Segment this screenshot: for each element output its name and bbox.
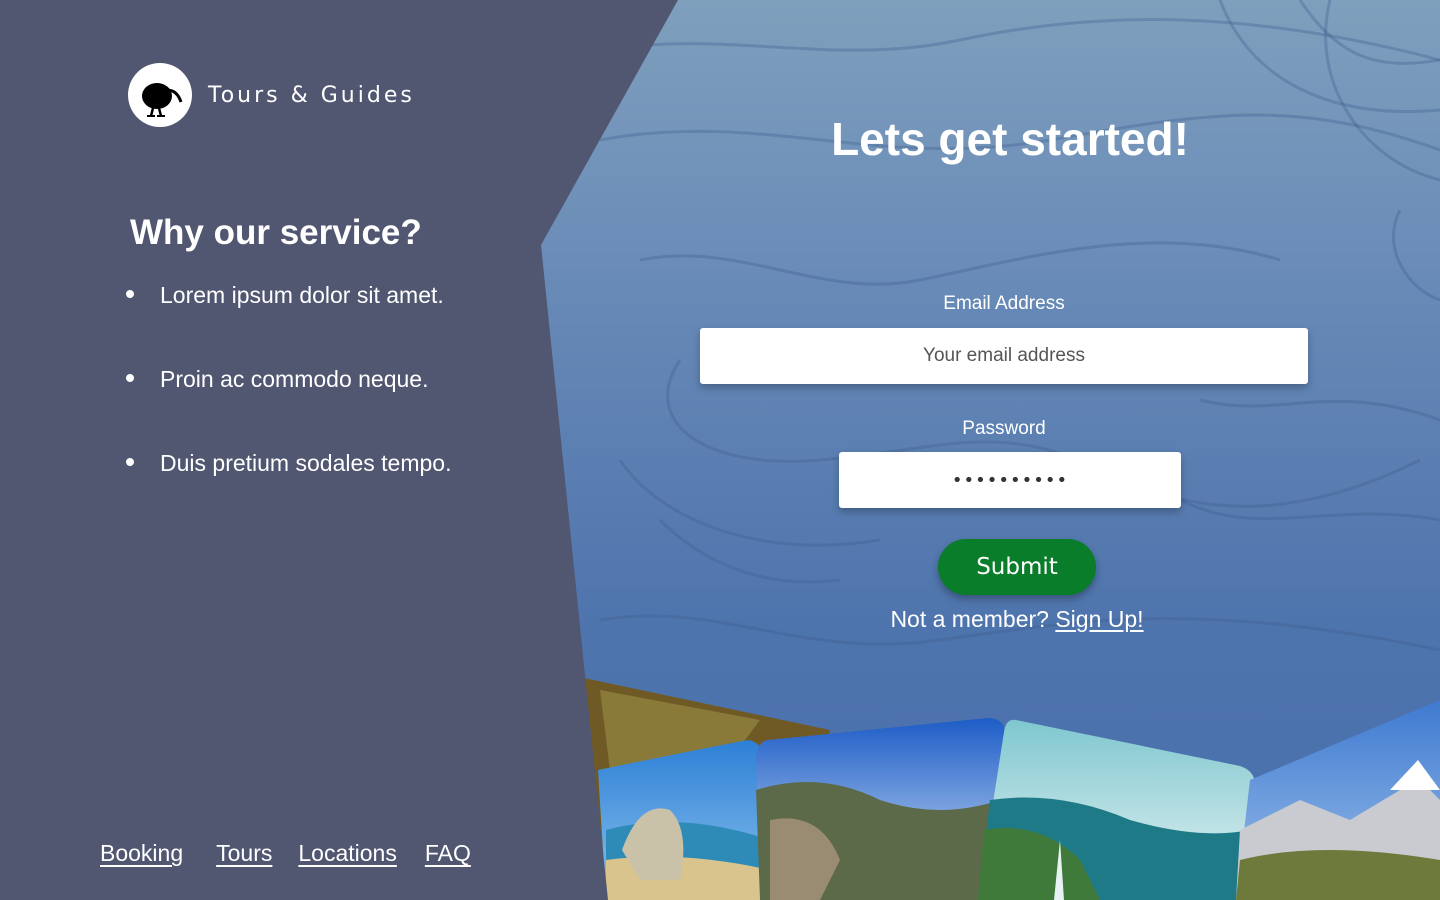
photo-snowy-mountains — [1236, 700, 1440, 900]
page-title: Lets get started! — [831, 113, 1189, 165]
list-item-text: Duis pretium sodales tempo. — [160, 450, 452, 476]
footer-nav: Booking Tours Locations FAQ — [100, 840, 503, 867]
list-item-text: Proin ac commodo neque. — [160, 366, 429, 392]
list-item: Lorem ipsum dolor sit amet. — [126, 282, 451, 366]
submit-button[interactable]: Submit — [938, 539, 1096, 595]
nav-link-booking[interactable]: Booking — [100, 840, 183, 867]
why-list: Lorem ipsum dolor sit amet. Proin ac com… — [126, 282, 451, 534]
brand-logo[interactable]: Tours & Guides — [128, 63, 415, 127]
email-field[interactable] — [700, 328, 1308, 384]
password-label: Password — [962, 418, 1046, 439]
brand-name: Tours & Guides — [208, 82, 415, 108]
member-prompt-text: Not a member? — [890, 606, 1049, 632]
nav-link-locations[interactable]: Locations — [298, 840, 396, 867]
list-item-text: Lorem ipsum dolor sit amet. — [160, 282, 444, 308]
photo-rock-carving — [756, 718, 1010, 900]
nav-link-faq[interactable]: FAQ — [425, 840, 471, 867]
password-field[interactable] — [839, 452, 1181, 508]
bullet-icon — [126, 290, 134, 298]
bullet-icon — [126, 374, 134, 382]
why-title: Why our service? — [130, 213, 422, 252]
list-item: Proin ac commodo neque. — [126, 366, 451, 450]
signup-prompt: Not a member? Sign Up! — [700, 606, 1334, 633]
email-label: Email Address — [943, 293, 1065, 314]
sign-up-link[interactable]: Sign Up! — [1055, 606, 1143, 632]
photo-waterfall-valley — [978, 719, 1255, 900]
nav-link-tours[interactable]: Tours — [216, 840, 272, 867]
list-item: Duis pretium sodales tempo. — [126, 450, 451, 534]
bullet-icon — [126, 458, 134, 466]
kiwi-bird-icon — [128, 63, 192, 127]
